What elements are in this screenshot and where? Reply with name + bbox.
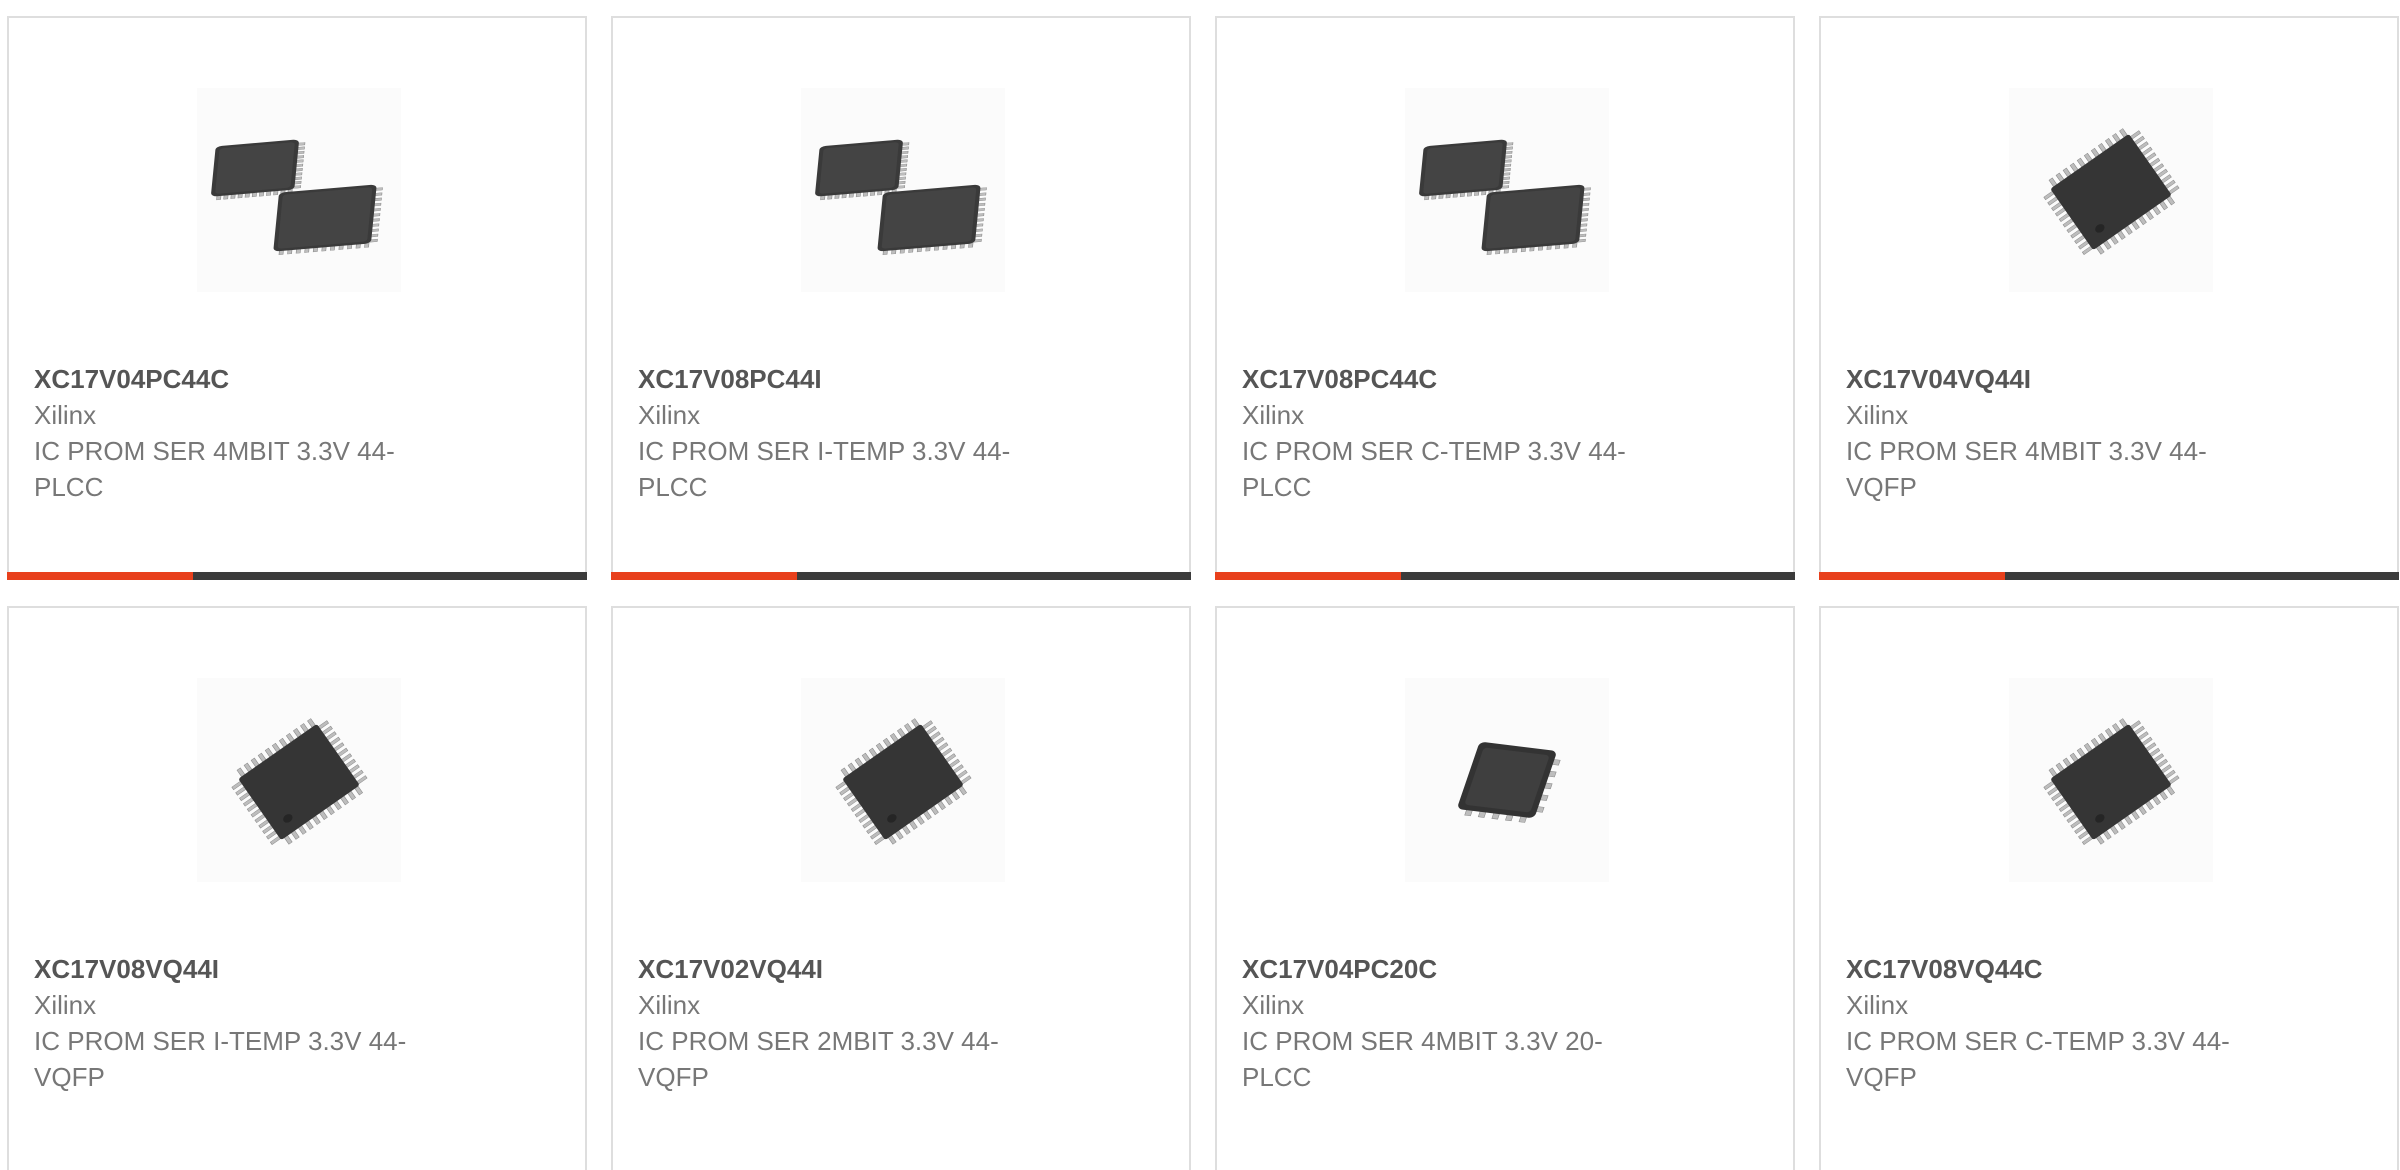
plcc-44-chip-pair-icon: [1405, 88, 1609, 292]
plcc-44-chip-pair-icon: [801, 88, 1005, 292]
product-part-number[interactable]: XC17V02VQ44I: [638, 951, 1058, 987]
vqfp-44-chip-icon: [197, 678, 401, 882]
plcc-44-chip-pair-icon: [197, 88, 401, 292]
product-part-number[interactable]: XC17V08PC44C: [1242, 361, 1662, 397]
vqfp-44-chip-icon: [801, 678, 1005, 882]
product-info: XC17V04PC20C Xilinx IC PROM SER 4MBIT 3.…: [1242, 951, 1662, 1095]
product-info: XC17V08PC44C Xilinx IC PROM SER C-TEMP 3…: [1242, 361, 1662, 505]
product-part-number[interactable]: XC17V04VQ44I: [1846, 361, 2266, 397]
product-manufacturer: Xilinx: [1846, 990, 1909, 1020]
progress-bar: [1215, 572, 1795, 580]
product-info: XC17V02VQ44I Xilinx IC PROM SER 2MBIT 3.…: [638, 951, 1058, 1095]
product-info: XC17V08PC44I Xilinx IC PROM SER I-TEMP 3…: [638, 361, 1058, 505]
product-manufacturer: Xilinx: [1242, 990, 1305, 1020]
product-description: IC PROM SER 2MBIT 3.3V 44-VQFP: [638, 1026, 999, 1092]
product-part-number[interactable]: XC17V08VQ44I: [34, 951, 454, 987]
product-part-number[interactable]: XC17V08PC44I: [638, 361, 1058, 397]
product-manufacturer: Xilinx: [34, 990, 97, 1020]
progress-bar-fill: [7, 572, 193, 580]
product-card[interactable]: XC17V04PC44C Xilinx IC PROM SER 4MBIT 3.…: [7, 16, 587, 580]
plcc-20-chip-icon: [1405, 678, 1609, 882]
product-card[interactable]: XC17V08VQ44C Xilinx IC PROM SER C-TEMP 3…: [1819, 606, 2399, 1170]
product-part-number[interactable]: XC17V04PC20C: [1242, 951, 1662, 987]
product-manufacturer: Xilinx: [638, 990, 701, 1020]
product-info: XC17V04VQ44I Xilinx IC PROM SER 4MBIT 3.…: [1846, 361, 2266, 505]
product-description: IC PROM SER 4MBIT 3.3V 44-VQFP: [1846, 436, 2207, 502]
product-card[interactable]: XC17V08PC44C Xilinx IC PROM SER C-TEMP 3…: [1215, 16, 1795, 580]
progress-bar-fill: [1819, 572, 2005, 580]
product-info: XC17V08VQ44I Xilinx IC PROM SER I-TEMP 3…: [34, 951, 454, 1095]
product-grid: XC17V04PC44C Xilinx IC PROM SER 4MBIT 3.…: [7, 16, 2400, 1170]
product-card[interactable]: XC17V04PC20C Xilinx IC PROM SER 4MBIT 3.…: [1215, 606, 1795, 1170]
vqfp-44-chip-icon: [2009, 88, 2213, 292]
product-manufacturer: Xilinx: [1846, 400, 1909, 430]
product-card[interactable]: XC17V08VQ44I Xilinx IC PROM SER I-TEMP 3…: [7, 606, 587, 1170]
product-description: IC PROM SER I-TEMP 3.3V 44-PLCC: [638, 436, 1011, 502]
product-description: IC PROM SER 4MBIT 3.3V 20-PLCC: [1242, 1026, 1603, 1092]
progress-bar: [611, 572, 1191, 580]
product-card[interactable]: XC17V08PC44I Xilinx IC PROM SER I-TEMP 3…: [611, 16, 1191, 580]
progress-bar: [1819, 572, 2399, 580]
vqfp-44-chip-icon: [2009, 678, 2213, 882]
product-description: IC PROM SER C-TEMP 3.3V 44-PLCC: [1242, 436, 1626, 502]
product-part-number[interactable]: XC17V08VQ44C: [1846, 951, 2266, 987]
product-info: XC17V08VQ44C Xilinx IC PROM SER C-TEMP 3…: [1846, 951, 2266, 1095]
product-part-number[interactable]: XC17V04PC44C: [34, 361, 454, 397]
product-manufacturer: Xilinx: [34, 400, 97, 430]
product-description: IC PROM SER C-TEMP 3.3V 44-VQFP: [1846, 1026, 2230, 1092]
product-info: XC17V04PC44C Xilinx IC PROM SER 4MBIT 3.…: [34, 361, 454, 505]
progress-bar: [7, 572, 587, 580]
progress-bar-fill: [1215, 572, 1401, 580]
product-manufacturer: Xilinx: [1242, 400, 1305, 430]
product-description: IC PROM SER 4MBIT 3.3V 44-PLCC: [34, 436, 395, 502]
product-description: IC PROM SER I-TEMP 3.3V 44-VQFP: [34, 1026, 407, 1092]
product-card[interactable]: XC17V04VQ44I Xilinx IC PROM SER 4MBIT 3.…: [1819, 16, 2399, 580]
product-card[interactable]: XC17V02VQ44I Xilinx IC PROM SER 2MBIT 3.…: [611, 606, 1191, 1170]
product-manufacturer: Xilinx: [638, 400, 701, 430]
progress-bar-fill: [611, 572, 797, 580]
